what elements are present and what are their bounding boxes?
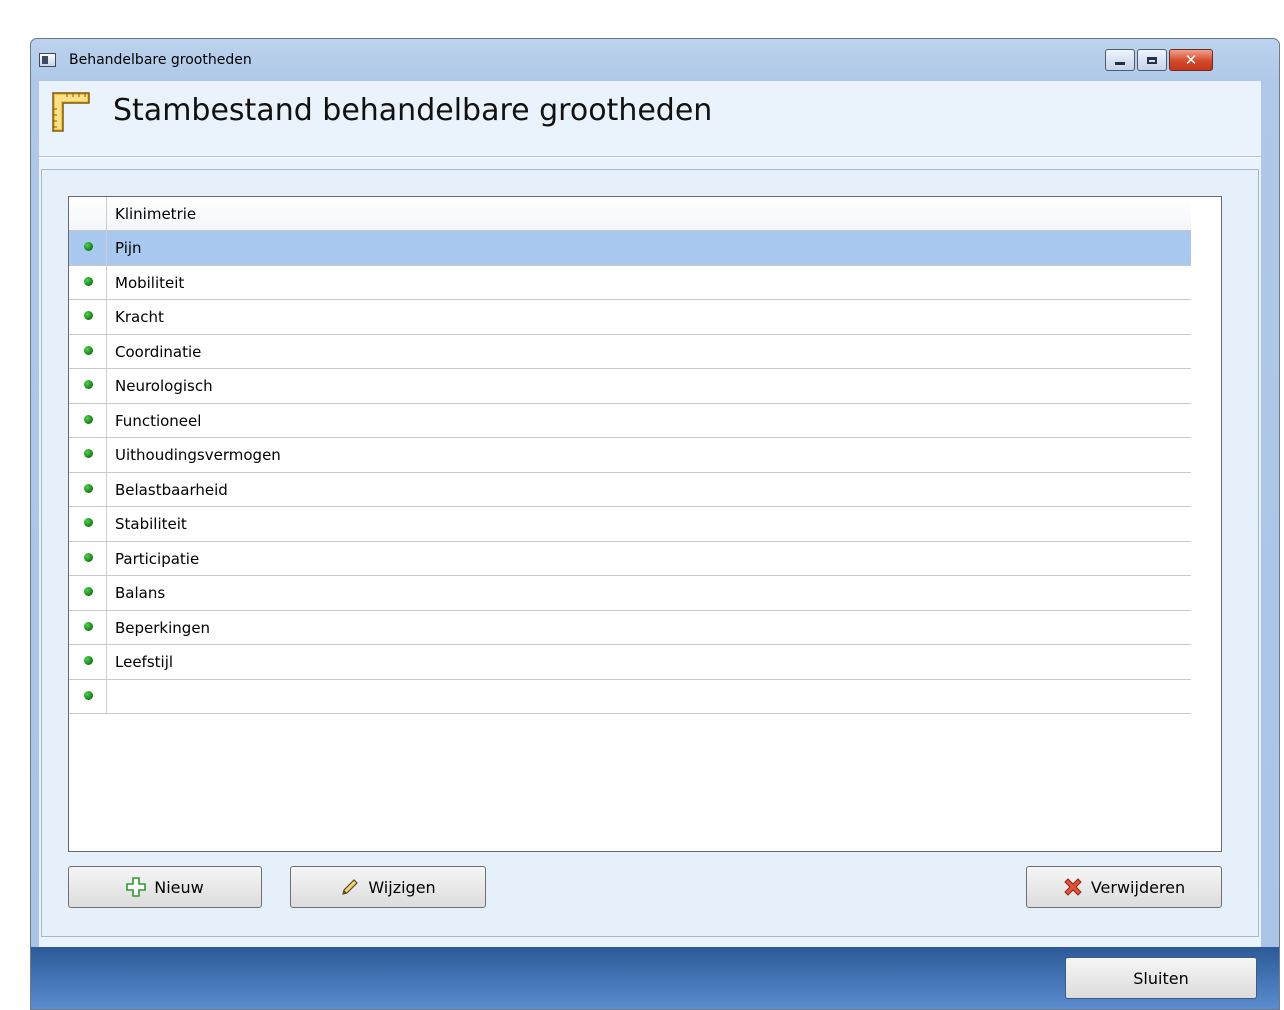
row-label: Functioneel <box>115 411 202 430</box>
row-indicator <box>69 541 107 575</box>
row-indicator <box>69 610 107 644</box>
new-button-label: Nieuw <box>154 877 204 897</box>
window-title: Behandelbare grootheden <box>69 52 252 68</box>
status-dot-icon <box>84 690 93 700</box>
row-indicator <box>69 438 107 472</box>
delete-button-label: Verwijderen <box>1090 877 1186 897</box>
page-header: Stambestand behandelbare grootheden <box>39 81 1261 158</box>
title-bar[interactable]: Behandelbare grootheden ✕ <box>31 39 1279 81</box>
page-title: Stambestand behandelbare grootheden <box>113 93 713 128</box>
row-label: Coordinatie <box>115 342 202 361</box>
new-button[interactable]: Nieuw <box>68 866 262 908</box>
row-label: Balans <box>115 584 166 602</box>
status-dot-icon <box>84 587 93 596</box>
table-row[interactable]: Mobiliteit <box>69 265 1191 300</box>
table-row[interactable]: Beperkingen <box>69 610 1191 645</box>
edit-button[interactable]: Wijzigen <box>290 866 486 908</box>
status-dot-icon <box>84 449 93 458</box>
table-row[interactable]: Pijn <box>69 231 1191 266</box>
header-divider <box>39 156 1261 158</box>
row-indicator <box>69 369 107 403</box>
status-dot-icon <box>84 621 93 631</box>
row-indicator <box>69 265 107 299</box>
close-button-label: Sluiten <box>1133 968 1189 988</box>
row-indicator <box>69 403 107 437</box>
delete-icon <box>1063 877 1083 897</box>
grid-rows: Pijn Mobiliteit Kracht Coordinatie Neurologi… <box>69 231 1191 714</box>
table-row[interactable]: Balans <box>69 576 1191 611</box>
row-label: Neurologisch <box>115 377 213 395</box>
row-indicator <box>69 300 107 334</box>
minimize-icon <box>1115 61 1125 65</box>
status-dot-icon <box>84 380 93 389</box>
row-label: Stabiliteit <box>115 515 187 533</box>
row-indicator <box>69 576 107 610</box>
status-dot-icon <box>84 518 93 527</box>
table-row[interactable]: Uithoudingsvermogen <box>69 438 1191 473</box>
table-row[interactable]: Belastbaarheid <box>69 472 1191 507</box>
klinimetrie-grid[interactable]: Klinimetrie Pijn Mobiliteit Kracht Coordina… <box>68 196 1222 852</box>
grid-header: Klinimetrie <box>69 197 1191 231</box>
status-dot-icon <box>84 483 93 493</box>
table-row[interactable] <box>69 679 1191 714</box>
delete-button[interactable]: Verwijderen <box>1026 866 1222 908</box>
row-label: Belastbaarheid <box>115 480 228 499</box>
table-row[interactable]: Coordinatie <box>69 334 1191 369</box>
client-area: Stambestand behandelbare grootheden Klin… <box>39 81 1261 947</box>
row-label: Pijn <box>115 239 142 257</box>
row-indicator-header <box>69 197 107 230</box>
maximize-icon <box>1147 56 1157 64</box>
row-indicator <box>69 472 107 506</box>
pencil-icon <box>340 877 360 897</box>
close-window-button[interactable]: ✕ <box>1169 49 1213 71</box>
table-row[interactable]: Neurologisch <box>69 369 1191 404</box>
plus-icon <box>126 877 147 897</box>
row-indicator <box>69 679 107 713</box>
table-row[interactable]: Participatie <box>69 541 1191 576</box>
row-label: Uithoudingsvermogen <box>115 446 281 464</box>
app-window: Behandelbare grootheden ✕ Stambestand be… <box>30 38 1280 1010</box>
close-icon: ✕ <box>1184 50 1198 69</box>
table-row[interactable]: Kracht <box>69 300 1191 335</box>
app-icon <box>39 53 56 67</box>
table-row[interactable]: Stabiliteit <box>69 507 1191 542</box>
row-label: Leefstijl <box>115 653 174 671</box>
status-dot-icon <box>84 345 93 355</box>
status-dot-icon <box>84 414 93 424</box>
status-dot-icon <box>84 311 93 320</box>
minimize-button[interactable] <box>1105 49 1135 71</box>
row-label: Beperkingen <box>115 618 211 637</box>
row-label: Kracht <box>115 308 164 326</box>
status-dot-icon <box>84 276 93 286</box>
table-row[interactable]: Functioneel <box>69 403 1191 438</box>
table-row[interactable]: Leefstijl <box>69 645 1191 680</box>
footer-bar: Sluiten <box>31 947 1279 1009</box>
maximize-button[interactable] <box>1137 49 1167 71</box>
row-indicator <box>69 334 107 368</box>
ruler-icon <box>52 92 90 132</box>
edit-button-label: Wijzigen <box>368 877 436 897</box>
column-header-klinimetrie[interactable]: Klinimetrie <box>115 205 196 223</box>
row-indicator <box>69 231 107 265</box>
status-dot-icon <box>84 242 93 251</box>
row-indicator <box>69 645 107 679</box>
row-indicator <box>69 507 107 541</box>
status-dot-icon <box>84 656 93 665</box>
row-label: Mobiliteit <box>115 273 185 292</box>
status-dot-icon <box>84 552 93 562</box>
content-panel: Klinimetrie Pijn Mobiliteit Kracht Coordina… <box>41 169 1259 937</box>
close-button[interactable]: Sluiten <box>1065 957 1257 999</box>
row-label: Participatie <box>115 549 200 568</box>
